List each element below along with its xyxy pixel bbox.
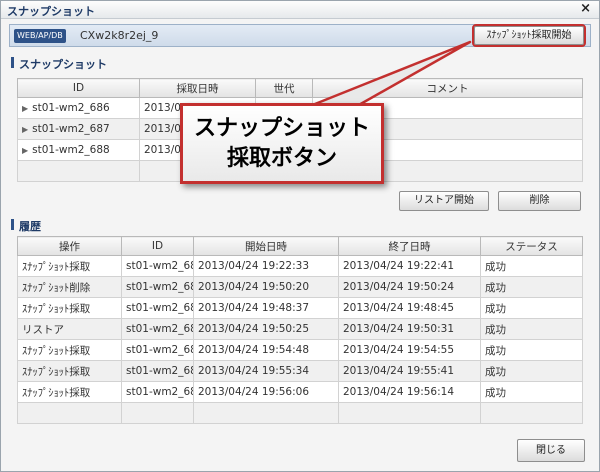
history-id-cell: st01-wm2_68 [121,255,194,277]
snapshot-section-title: スナップショット [11,56,107,72]
history-status-cell: 成功 [480,255,583,277]
history-status-cell: 成功 [480,339,583,361]
history-end-cell: 2013/04/24 19:55:41 [338,360,481,382]
history-op-cell: ｽﾅｯﾌﾟｼｮｯﾄ採取 [17,381,122,403]
history-start-cell: 2013/04/24 19:54:48 [193,339,339,361]
snapshot-id: st01-wm2_687 [32,123,110,135]
history-start-cell: 2013/04/24 19:56:06 [193,381,339,403]
column-header[interactable]: 世代 [255,78,313,98]
column-header[interactable]: 終了日時 [338,236,481,256]
history-id-cell: st01-wm2_68 [121,297,194,319]
expand-arrow-icon[interactable]: ▶ [22,146,28,155]
history-table: 操作 ID 開始日時 終了日時 ステータス ｽﾅｯﾌﾟｼｮｯﾄ採取 st01-w… [17,236,583,424]
snapshot-id-cell: ▶ st01-wm2_688 [17,139,140,161]
column-header[interactable]: ステータス [480,236,583,256]
dialog-title: スナップショット [7,5,95,18]
history-id-cell: st01-wm2_68 [121,318,194,340]
expand-arrow-icon[interactable]: ▶ [22,125,28,134]
column-header[interactable]: コメント [312,78,583,98]
history-start-cell: 2013/04/24 19:50:25 [193,318,339,340]
history-status-cell: 成功 [480,360,583,382]
table-row[interactable]: ｽﾅｯﾌﾟｼｮｯﾄ採取 st01-wm2_68 2013/04/24 19:22… [17,255,583,277]
history-status-cell: 成功 [480,297,583,319]
callout-line-1: スナップショット [193,116,370,141]
table-row[interactable]: ｽﾅｯﾌﾟｼｮｯﾄ採取 st01-wm2_68 2013/04/24 19:56… [17,381,583,403]
server-info-bar: WEB/AP/DB CXw2k8r2ej_9 ｽﾅｯﾌﾟｼｮｯﾄ採取開始 [9,24,591,47]
callout-annotation: スナップショット 採取ボタン [180,103,384,184]
history-op-cell: ｽﾅｯﾌﾟｼｮｯﾄ削除 [17,276,122,298]
history-end-cell: 2013/04/24 19:22:41 [338,255,481,277]
snapshot-id: st01-wm2_688 [32,144,110,156]
history-status-cell: 成功 [480,276,583,298]
history-start-cell: 2013/04/24 19:55:34 [193,360,339,382]
column-header[interactable]: ID [17,78,140,98]
table-row[interactable]: ｽﾅｯﾌﾟｼｮｯﾄ採取 st01-wm2_68 2013/04/24 19:54… [17,339,583,361]
history-id-cell: st01-wm2_68 [121,276,194,298]
expand-arrow-icon[interactable]: ▶ [22,104,28,113]
history-end-cell: 2013/04/24 19:48:45 [338,297,481,319]
history-start-cell: 2013/04/24 19:50:20 [193,276,339,298]
table-row[interactable]: ｽﾅｯﾌﾟｼｮｯﾄ採取 st01-wm2_68 2013/04/24 19:55… [17,360,583,382]
history-op-cell: ｽﾅｯﾌﾟｼｮｯﾄ採取 [17,255,122,277]
table-row[interactable]: ｽﾅｯﾌﾟｼｮｯﾄ採取 st01-wm2_68 2013/04/24 19:48… [17,297,583,319]
history-op-cell: ｽﾅｯﾌﾟｼｮｯﾄ採取 [17,360,122,382]
column-header[interactable]: ID [121,236,194,256]
history-status-cell: 成功 [480,381,583,403]
column-header[interactable]: 採取日時 [139,78,256,98]
history-op-cell: ｽﾅｯﾌﾟｼｮｯﾄ採取 [17,297,122,319]
server-type-badge: WEB/AP/DB [14,29,66,43]
history-end-cell: 2013/04/24 19:54:55 [338,339,481,361]
column-header[interactable]: 操作 [17,236,122,256]
restore-button[interactable]: リストア開始 [399,191,489,211]
snapshot-id-cell: ▶ st01-wm2_686 [17,97,140,119]
history-status-cell: 成功 [480,318,583,340]
delete-button[interactable]: 削除 [498,191,581,211]
history-start-cell: 2013/04/24 19:48:37 [193,297,339,319]
history-end-cell: 2013/04/24 19:50:31 [338,318,481,340]
table-row[interactable]: リストア st01-wm2_68 2013/04/24 19:50:25 201… [17,318,583,340]
table-row [17,402,583,424]
server-hostname: CXw2k8r2ej_9 [80,29,159,42]
snapshot-dialog: スナップショット × WEB/AP/DB CXw2k8r2ej_9 ｽﾅｯﾌﾟｼ… [0,0,600,472]
history-end-cell: 2013/04/24 19:50:24 [338,276,481,298]
history-section-title: 履歴 [11,218,41,234]
close-button[interactable]: 閉じる [517,439,585,462]
title-bar: スナップショット × [1,1,599,19]
table-row[interactable]: ｽﾅｯﾌﾟｼｮｯﾄ削除 st01-wm2_68 2013/04/24 19:50… [17,276,583,298]
close-icon[interactable]: × [580,1,591,16]
history-id-cell: st01-wm2_68 [121,339,194,361]
history-start-cell: 2013/04/24 19:22:33 [193,255,339,277]
column-header[interactable]: 開始日時 [193,236,339,256]
history-id-cell: st01-wm2_68 [121,360,194,382]
snapshot-id-cell: ▶ st01-wm2_687 [17,118,140,140]
history-end-cell: 2013/04/24 19:56:14 [338,381,481,403]
history-op-cell: リストア [17,318,122,340]
callout-line-2: 採取ボタン [226,146,337,171]
start-snapshot-button[interactable]: ｽﾅｯﾌﾟｼｮｯﾄ採取開始 [472,24,586,47]
history-id-cell: st01-wm2_68 [121,381,194,403]
table-header-row: ID 採取日時 世代 コメント [17,78,583,98]
table-header-row: 操作 ID 開始日時 終了日時 ステータス [17,236,583,256]
snapshot-id: st01-wm2_686 [32,102,110,114]
history-op-cell: ｽﾅｯﾌﾟｼｮｯﾄ採取 [17,339,122,361]
